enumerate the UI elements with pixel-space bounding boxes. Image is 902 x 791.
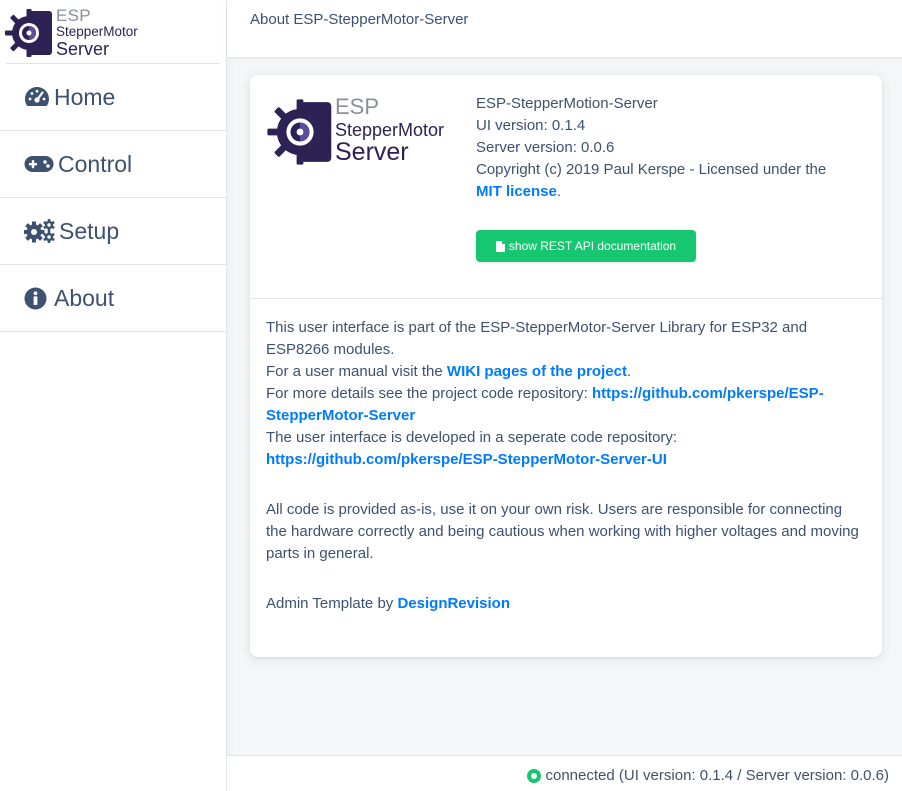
sidebar-item-setup[interactable]: Setup: [0, 198, 226, 265]
sidebar-item-home[interactable]: Home: [0, 64, 226, 131]
credits-text: Admin Template by: [266, 595, 394, 612]
about-card: ESP StepperMotor Server ESP-StepperMotio…: [250, 75, 882, 657]
connection-status-text: connected (UI version: 0.1.4 / Server ve…: [545, 767, 890, 784]
product-name: ESP-StepperMotion-Server: [476, 95, 658, 112]
brand-line2: StepperMotor: [56, 24, 138, 39]
sidebar-item-about[interactable]: About: [0, 265, 226, 332]
sidebar-item-label: Setup: [59, 217, 120, 244]
logo-line2: StepperMotor: [335, 120, 445, 140]
about-description: This user interface is part of the ESP-S…: [250, 299, 882, 615]
disclaimer-paragraph: All code is provided as-is, use it on yo…: [266, 501, 859, 562]
repo-text: For more details see the project code re…: [266, 385, 588, 402]
page-title: About ESP-StepperMotor-Server: [250, 11, 469, 28]
product-logo: ESP StepperMotor Server: [266, 94, 445, 166]
sidebar-item-control[interactable]: Control: [0, 131, 226, 198]
copyright: Copyright (c) 2019 Paul Kerspe - License…: [476, 159, 826, 203]
ui-version: UI version: 0.1.4: [476, 117, 586, 134]
stepper-gear-logo-icon: [5, 9, 52, 57]
credits-paragraph: Admin Template by DesignRevision: [266, 593, 866, 615]
mit-license-link[interactable]: MIT license: [476, 183, 557, 200]
designrevision-link[interactable]: DesignRevision: [397, 595, 510, 612]
page-header: About ESP-StepperMotor-Server: [227, 0, 902, 58]
status-footer: connected (UI version: 0.1.4 / Server ve…: [227, 755, 902, 791]
server-version: Server version: 0.0.6: [476, 139, 615, 156]
connected-dot-icon: [526, 768, 541, 783]
sidebar: ESP StepperMotor Server Home Control Set…: [0, 0, 227, 791]
sidebar-item-label: Home: [54, 83, 116, 110]
version-info: ESP-StepperMotion-Server UI version: 0.1…: [476, 93, 826, 203]
connection-status: connected (UI version: 0.1.4 / Server ve…: [526, 767, 890, 784]
library-text: This user interface is part of the ESP-S…: [266, 319, 808, 358]
file-icon: [495, 240, 505, 252]
brand-line3: Server: [56, 38, 110, 59]
wiki-link[interactable]: WIKI pages of the project: [447, 363, 627, 380]
project-info-paragraph: This user interface is part of the ESP-S…: [266, 317, 866, 471]
gears-icon: [24, 219, 59, 243]
brand-logo[interactable]: ESP StepperMotor Server: [5, 0, 220, 64]
ui-repo-link[interactable]: https://github.com/pkerspe/ESP-StepperMo…: [266, 451, 667, 468]
copyright-text: Copyright (c) 2019 Paul Kerspe - License…: [476, 161, 827, 178]
stepper-gear-logo-icon: [267, 99, 332, 165]
manual-suffix: .: [626, 363, 632, 380]
license-suffix: .: [556, 183, 562, 200]
brand-line1: ESP: [56, 6, 91, 25]
manual-text: For a user manual visit the: [266, 363, 443, 380]
about-card-header: ESP StepperMotor Server ESP-StepperMotio…: [250, 75, 882, 299]
api-button-label: show REST API documentation: [508, 239, 677, 253]
logo-line3: Server: [335, 138, 409, 166]
tachometer-icon: [24, 85, 54, 109]
gamepad-icon: [24, 152, 58, 176]
info-circle-icon: [24, 286, 54, 310]
show-rest-api-doc-button[interactable]: show REST API documentation: [476, 230, 696, 262]
logo-line1: ESP: [335, 94, 380, 119]
ui-repo-text: The user interface is developed in a sep…: [266, 429, 678, 446]
sidebar-item-label: Control: [58, 150, 133, 177]
sidebar-item-label: About: [54, 284, 115, 311]
